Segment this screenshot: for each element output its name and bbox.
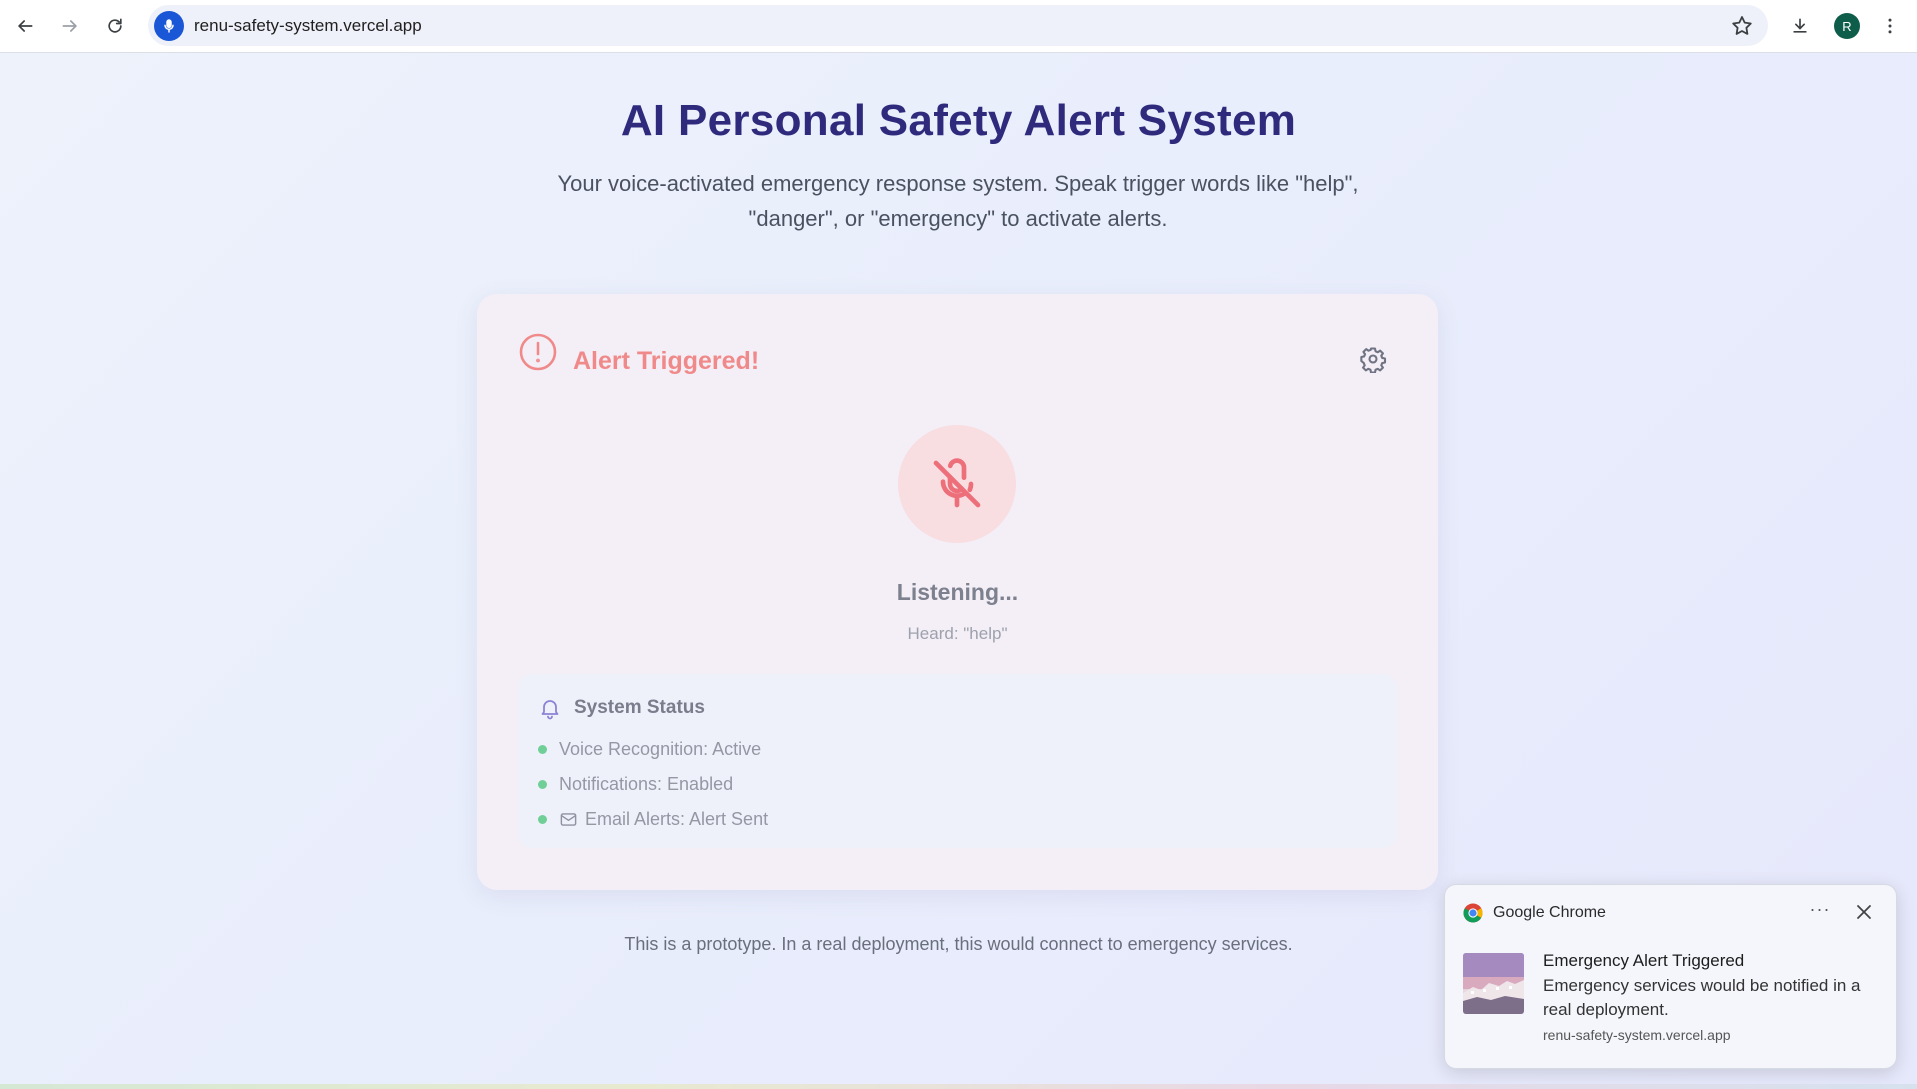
url-text[interactable]: renu-safety-system.vercel.app [194, 16, 422, 36]
status-item-label: Notifications: Enabled [559, 774, 734, 794]
close-icon[interactable] [1852, 900, 1876, 924]
download-icon [1793, 18, 1807, 33]
status-title: System Status [574, 697, 705, 718]
window-bottom-edge [0, 1084, 1917, 1089]
cliffside-village-image [1463, 953, 1524, 1014]
heard-transcript: Heard: "help" [907, 624, 1008, 643]
browser-toolbar: renu-safety-system.vercel.app R [0, 0, 1917, 53]
chrome-logo-icon [1463, 903, 1483, 923]
page-subtitle: Your voice-activated emergency response … [557, 171, 1359, 231]
mic-off-icon [933, 458, 981, 508]
status-item-email-alerts: Email Alerts: Alert Sent [538, 802, 768, 837]
status-item-notifications: Notifications: Enabled [538, 767, 768, 802]
notification-more-button[interactable]: ··· [1805, 899, 1835, 925]
status-dot [538, 780, 547, 789]
status-list: Voice Recognition: Active Notifications:… [538, 732, 768, 837]
address-bar[interactable]: renu-safety-system.vercel.app [148, 5, 1768, 46]
status-item-label: Email Alerts: Alert Sent [585, 809, 769, 829]
listening-status: Listening... [896, 579, 1019, 605]
notification-origin: renu-safety-system.vercel.app [1543, 1027, 1731, 1043]
status-dot [538, 815, 547, 824]
gear-icon [1360, 347, 1387, 373]
browser-menu-button[interactable] [1873, 9, 1907, 43]
bell-icon [541, 700, 559, 720]
notification-body: Emergency services would be notified in … [1543, 976, 1861, 1019]
mail-icon [560, 813, 577, 826]
reload-icon [108, 18, 122, 33]
profile-avatar[interactable]: R [1834, 13, 1860, 39]
alert-card: Alert Triggered! Listening... Heard: "he… [477, 294, 1438, 890]
notification-image [1463, 953, 1524, 1014]
voice-toggle-button[interactable] [898, 425, 1016, 543]
kebab-menu-icon [1888, 18, 1892, 34]
alert-status-title: Alert Triggered! [573, 347, 760, 375]
chrome-notification[interactable]: Google Chrome ··· Emergency Alert Trigge… [1444, 884, 1897, 1069]
settings-button[interactable] [1357, 343, 1389, 375]
mic-icon [164, 19, 174, 33]
notification-title: Emergency Alert Triggered [1543, 951, 1745, 970]
mic-indicator[interactable] [154, 11, 184, 41]
back-arrow-icon [18, 20, 33, 32]
page-title: AI Personal Safety Alert System [620, 96, 1297, 145]
status-dot [538, 745, 547, 754]
system-status-panel: System Status Voice Recognition: Active … [518, 674, 1397, 848]
notification-header: Google Chrome [1463, 903, 1606, 923]
bookmark-star-icon[interactable] [1730, 14, 1754, 38]
downloads-button[interactable] [1783, 9, 1817, 43]
reload-button[interactable] [98, 9, 132, 43]
status-item-label: Voice Recognition: Active [559, 739, 762, 759]
status-item-voice-recognition: Voice Recognition: Active [538, 732, 768, 767]
status-header: System Status [538, 696, 705, 720]
back-button[interactable] [8, 9, 42, 43]
forward-button[interactable] [53, 9, 87, 43]
alert-circle-icon [519, 333, 557, 371]
notification-app-name: Google Chrome [1493, 904, 1606, 921]
forward-arrow-icon [62, 20, 77, 32]
